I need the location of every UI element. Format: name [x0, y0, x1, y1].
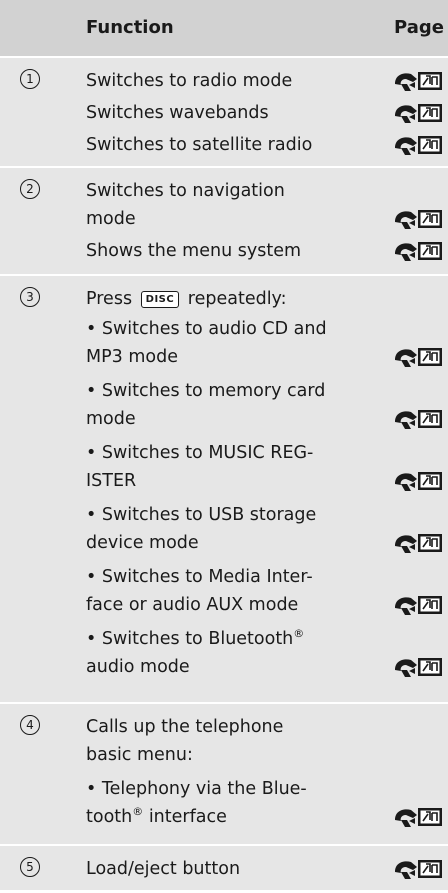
table-row: 5 Load/eject button — [0, 846, 448, 892]
function-text-part: interface — [148, 807, 227, 827]
function-text: mode — [86, 409, 136, 429]
function-text: device mode — [86, 533, 199, 553]
function-text: • Switches to USB storage — [86, 505, 317, 525]
function-text: Calls up the telephone — [86, 717, 284, 737]
function-text: basic menu: — [86, 745, 193, 765]
page-reference-icon — [392, 102, 444, 124]
function-text: Shows the menu system — [86, 241, 302, 261]
function-column-header: Function — [86, 17, 174, 38]
function-text: MP3 mode — [86, 347, 178, 367]
function-text: ISTER — [86, 471, 137, 491]
registered-mark: ® — [132, 805, 144, 819]
page-reference-icon — [392, 470, 444, 492]
function-text: • Switches to MUSIC REG- — [86, 443, 314, 463]
page-reference-icon — [392, 134, 444, 156]
registered-mark: ® — [293, 627, 305, 641]
table-row: 4 Calls up the telephone basic menu: • T… — [0, 704, 448, 846]
page-reference-icon — [392, 408, 444, 430]
item-number-badge: 3 — [20, 287, 40, 307]
item-number-badge: 1 — [20, 69, 40, 89]
function-text: Switches wavebands — [86, 103, 269, 123]
page-reference-icon — [392, 240, 444, 262]
function-text: Load/eject button — [86, 859, 241, 879]
function-text: • Switches to Bluetooth® — [86, 628, 304, 650]
page-reference-icon — [392, 346, 444, 368]
repeatedly-text: repeatedly: — [187, 289, 287, 309]
function-text: tooth® interface — [86, 806, 227, 828]
function-text: • Telephony via the Blue- — [86, 779, 307, 799]
function-text-part: tooth — [86, 807, 133, 827]
function-text: Switches to navigation — [86, 181, 285, 201]
press-text: Press — [86, 289, 133, 309]
item-number-badge: 4 — [20, 715, 40, 735]
table-row: 1 Switches to radio mode Switches waveba… — [0, 58, 448, 168]
page-column-header: Page — [394, 17, 444, 38]
function-text: • Switches to memory card — [86, 381, 326, 401]
item-number-badge: 2 — [20, 179, 40, 199]
function-text: • Switches to audio CD and — [86, 319, 327, 339]
function-text-part: • Switches to Bluetooth — [86, 629, 294, 649]
function-text: Switches to radio mode — [86, 71, 293, 91]
function-text: Press DISC repeatedly: — [86, 288, 287, 310]
page-reference-icon — [392, 532, 444, 554]
disc-key-icon: DISC — [140, 291, 180, 308]
page-reference-icon — [392, 656, 444, 678]
function-text: • Switches to Media Inter- — [86, 567, 313, 587]
function-text: Switches to satellite radio — [86, 135, 313, 155]
table-row: 2 Switches to navigation mode Shows the … — [0, 168, 448, 276]
function-table: Function Page 1 Switches to radio mode S… — [0, 0, 448, 892]
page-reference-icon — [392, 208, 444, 230]
table-row: 3 Press DISC repeatedly: • Switches to a… — [0, 276, 448, 704]
item-number-badge: 5 — [20, 857, 40, 877]
page-reference-icon — [392, 70, 444, 92]
page-reference-icon — [392, 858, 444, 880]
function-text: face or audio AUX mode — [86, 595, 299, 615]
table-header: Function Page — [0, 0, 448, 58]
page-reference-icon — [392, 806, 444, 828]
function-text: audio mode — [86, 657, 190, 677]
function-text: mode — [86, 209, 136, 229]
page-reference-icon — [392, 594, 444, 616]
